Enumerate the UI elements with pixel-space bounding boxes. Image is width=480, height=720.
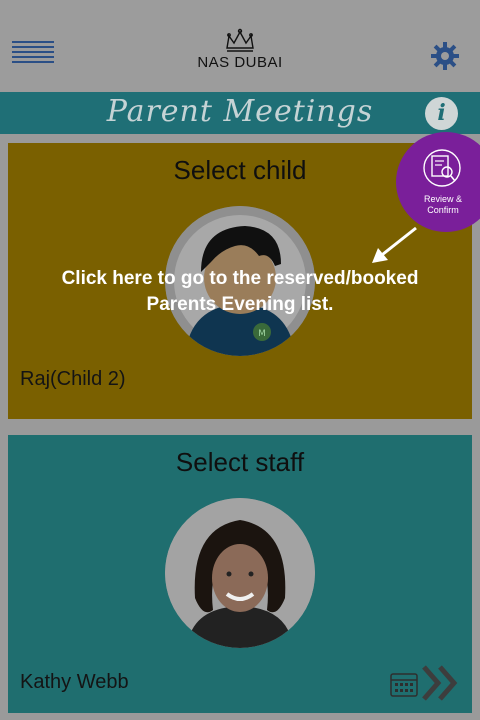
- clipboard-search-icon: [423, 149, 461, 187]
- top-bar: NAS DUBAI: [0, 0, 480, 92]
- staff-photo: [165, 498, 315, 648]
- select-staff-heading: Select staff: [175, 447, 305, 477]
- calendar-icon[interactable]: [390, 671, 418, 697]
- page-title: Parent Meetings: [106, 94, 374, 129]
- hint-overlay-text: Click here to go to the reserved/booked …: [61, 268, 419, 315]
- select-staff-card[interactable]: Select staff Kathy Webb: [8, 435, 472, 713]
- brand-name: NAS DUBAI: [197, 54, 283, 71]
- gear-icon[interactable]: [430, 41, 460, 71]
- child-name: Raj(Child 2): [20, 368, 126, 390]
- staff-name: Kathy Webb: [20, 671, 129, 693]
- double-chevron-right-icon[interactable]: [420, 663, 460, 703]
- svg-text:M: M: [258, 329, 266, 339]
- school-logo: NAS DUBAI: [190, 28, 290, 78]
- review-confirm-label: Review & Confirm: [423, 194, 462, 215]
- staff-avatar: [165, 498, 315, 648]
- crown-icon: [226, 28, 254, 52]
- info-icon[interactable]: i: [425, 97, 458, 130]
- hamburger-menu-icon[interactable]: [12, 41, 54, 69]
- review-confirm-button[interactable]: Review & Confirm: [396, 132, 480, 232]
- arrow-pointer-icon: [372, 226, 417, 263]
- title-bar: Parent Meetings i: [0, 92, 480, 134]
